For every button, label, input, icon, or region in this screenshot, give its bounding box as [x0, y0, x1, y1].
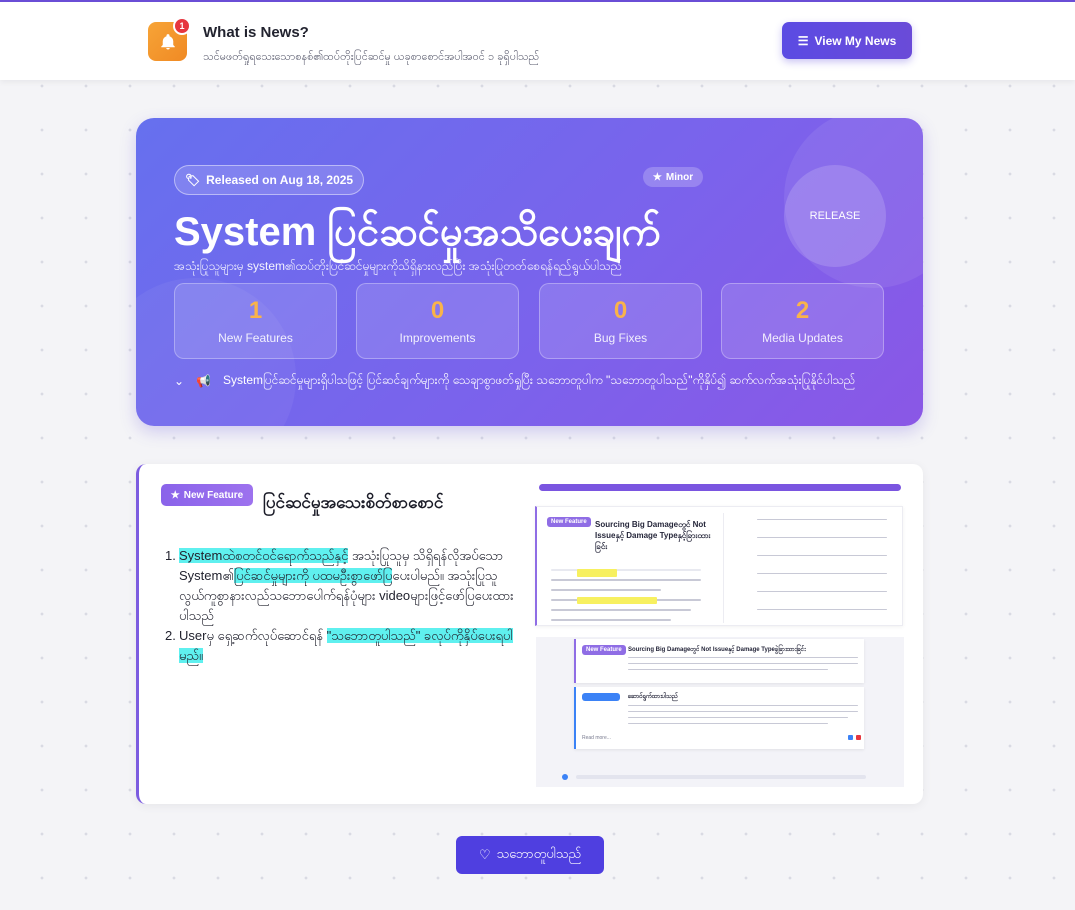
stat-value: 0 — [613, 297, 628, 324]
text-line — [628, 723, 828, 724]
text-line — [551, 589, 661, 591]
text-line — [551, 619, 671, 621]
highlight-mark — [577, 597, 657, 604]
highlight-mark — [577, 569, 617, 577]
text-line — [628, 717, 848, 718]
divider — [723, 513, 753, 623]
mini-title: ဆောင်ရွက်ထားပါသည် — [628, 694, 678, 700]
text-line — [757, 537, 887, 538]
agree-button[interactable]: ♡ သဘောတူပါသည် — [456, 836, 604, 874]
screenshot-header-bar — [539, 484, 901, 491]
hero-note-text: Systemပြင်ဆင်မှုများရှိပါသဖြင့် ပြင်ဆင်ခ… — [223, 373, 856, 387]
stat-media-updates: 2 Media Updates — [721, 283, 884, 359]
progress-dot — [562, 774, 568, 780]
megaphone-icon: 📢 — [196, 374, 212, 388]
text-line — [757, 555, 887, 556]
new-feature-label: New Feature — [183, 489, 244, 501]
released-date-text: Released on Aug 18, 2025 — [206, 173, 354, 187]
top-header: 1 What is News? သင်မဖတ်ရှုရသေးသောစနစ်၏ထပ… — [0, 2, 1075, 80]
header-subtitle: သင်မဖတ်ရှုရသေးသောစနစ်၏ထပ်တိုးပြင်ဆင်မှု … — [203, 51, 540, 63]
stat-value: 2 — [795, 297, 810, 324]
bell-icon — [160, 33, 175, 49]
text-line — [628, 657, 858, 658]
screenshot-panel: New Feature Sourcing Big Damageတွင် Not … — [536, 637, 904, 787]
chevron-down-icon[interactable]: ⌄ — [174, 374, 184, 388]
highlight-text: ပြင်ဆင်မှုများကို ပထမဦးစွာဖော်ပြ — [233, 568, 393, 583]
stat-label: Bug Fixes — [593, 331, 648, 345]
header-title: What is News? — [203, 24, 309, 41]
list-item: 2. Userမှ ရှေ့ဆက်လုပ်ဆောင်ရန် "သဘောတူပါသ… — [165, 626, 519, 666]
view-my-news-label: View My News — [814, 33, 897, 48]
screenshot-panel: New Feature Sourcing Big Damageတွင် Not … — [535, 506, 903, 626]
mini-card: New Feature Sourcing Big Damageတွင် Not … — [574, 639, 864, 683]
feature-screenshot[interactable]: New Feature Sourcing Big Damageတွင် Not … — [534, 482, 906, 788]
delete-icon — [856, 735, 861, 740]
mini-badge: New Feature — [547, 517, 591, 527]
text-line — [628, 711, 858, 712]
stat-label: Media Updates — [762, 331, 843, 345]
hero-title: System ပြင်ဆင်မှုအသိပေးချက် — [174, 210, 661, 254]
read-more-link: Read more... — [582, 735, 611, 741]
list-item: 1. Systemထဲစတင်ဝင်ရောက်သည်နှင့် အသုံးပြု… — [165, 546, 519, 626]
mini-badge — [582, 693, 620, 701]
step-number: 2. — [165, 628, 176, 643]
release-hero-card: RELEASE 🏷 Released on Aug 18, 2025 ★ Min… — [136, 118, 923, 426]
text-line — [757, 519, 887, 520]
release-label: RELEASE — [784, 165, 886, 267]
feature-detail-card: ★ New Feature ပြင်ဆင်မှုအသေးစိတ်စာစောင် … — [136, 464, 923, 804]
tag-icon: 🏷 — [184, 173, 201, 187]
release-label-text: RELEASE — [809, 210, 861, 222]
steps-list: 1. Systemထဲစတင်ဝင်ရောက်သည်နှင့် အသုံးပြု… — [165, 546, 519, 666]
notification-count-badge: 1 — [173, 17, 191, 35]
view-my-news-button[interactable]: ☰ View My News — [782, 22, 912, 59]
hero-subtitle: အသုံးပြုသူများမှ system၏ထပ်တိုးပြင်ဆင်မှ… — [174, 259, 623, 273]
progress-track — [576, 775, 866, 779]
text-line — [757, 609, 887, 610]
new-feature-badge: ★ New Feature — [161, 484, 253, 506]
stat-label: Improvements — [399, 331, 476, 345]
star-icon: ★ — [652, 171, 662, 183]
mini-title: Sourcing Big Damageတွင် Not Issueနှင့် D… — [628, 647, 806, 653]
agree-button-label: သဘောတူပါသည် — [496, 845, 582, 861]
text-line — [551, 579, 701, 581]
stat-value: 0 — [430, 297, 445, 324]
hero-note: ⌄ 📢 Systemပြင်ဆင်မှုများရှိပါသဖြင့် ပြင်… — [174, 372, 855, 390]
minor-label: Minor — [665, 171, 694, 183]
text-line — [628, 669, 828, 670]
text-line — [757, 573, 887, 574]
text-line — [551, 569, 701, 571]
text-line — [628, 663, 858, 664]
stat-value: 1 — [248, 297, 263, 324]
step-text: Userမှ ရှေ့ဆက်လုပ်ဆောင်ရန် — [179, 628, 327, 643]
text-line — [628, 705, 858, 706]
stat-new-features: 1 New Features — [174, 283, 337, 359]
edit-icon — [848, 735, 853, 740]
text-line — [757, 591, 887, 592]
highlight-text: Systemထဲစတင်ဝင်ရောက်သည်နှင့် — [179, 548, 349, 563]
stat-improvements: 0 Improvements — [356, 283, 519, 359]
mini-card: ဆောင်ရွက်ထားပါသည် Read more... — [574, 687, 864, 749]
card-title: ပြင်ဆင်မှုအသေးစိတ်စာစောင် — [263, 493, 444, 512]
heart-icon: ♡ — [478, 847, 491, 862]
released-date-pill: 🏷 Released on Aug 18, 2025 — [174, 165, 364, 195]
mini-title: Sourcing Big Damageတွင် Not Issueနှင့် D… — [595, 520, 711, 551]
stat-bug-fixes: 0 Bug Fixes — [539, 283, 702, 359]
step-number: 1. — [165, 548, 176, 563]
mini-badge: New Feature — [582, 645, 626, 655]
minor-badge: ★ Minor — [643, 167, 703, 187]
stat-label: New Features — [218, 331, 293, 345]
star-icon: ★ — [170, 489, 180, 501]
text-line — [551, 609, 691, 611]
list-icon: ☰ — [797, 33, 809, 48]
